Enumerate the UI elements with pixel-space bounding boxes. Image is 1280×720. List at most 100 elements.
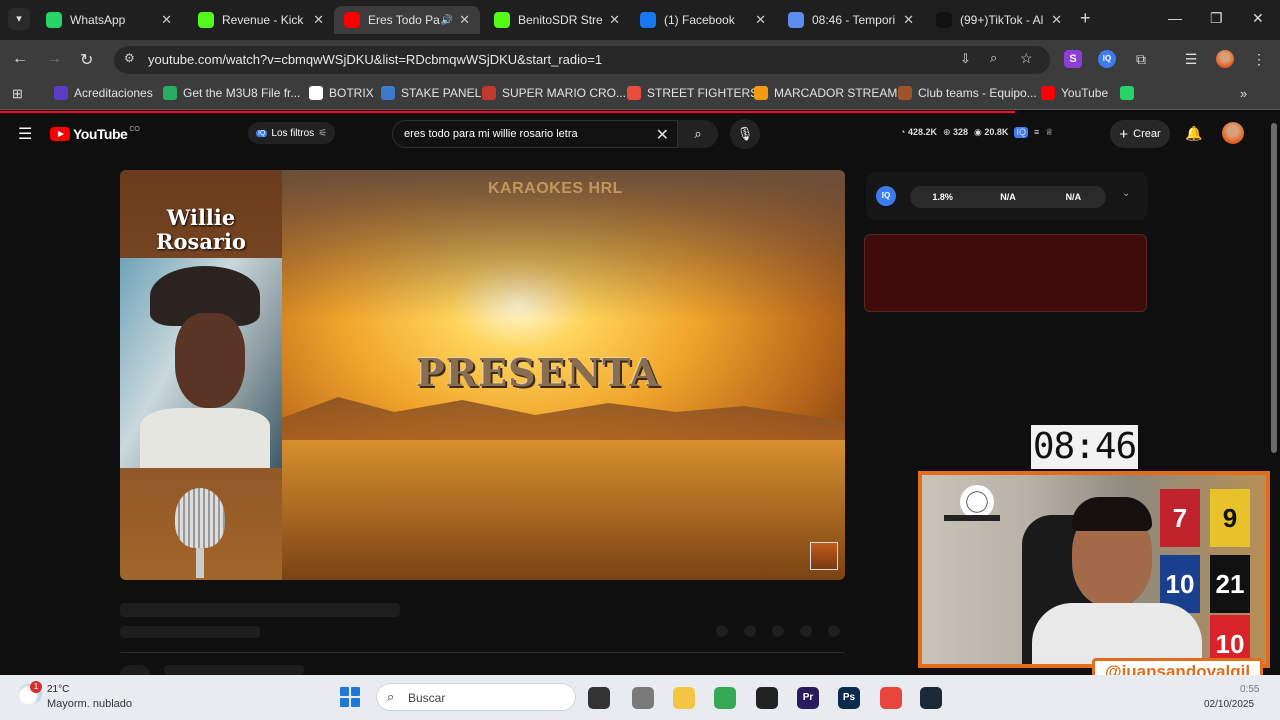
scrollbar-thumb[interactable]	[1271, 123, 1277, 453]
search-input[interactable]: eres todo para mi willie rosario letra ✕	[392, 120, 678, 148]
browser-tab[interactable]: BenitoSDR Strea ✕	[484, 6, 630, 34]
install-app-icon[interactable]: ⇩	[960, 51, 971, 67]
channel-name-skeleton	[164, 665, 304, 675]
chevron-down-icon[interactable]: ⌄	[1122, 188, 1130, 199]
close-tab-icon[interactable]: ✕	[313, 12, 324, 28]
audio-playing-icon[interactable]: 🔊	[441, 15, 453, 26]
browser-menu-icon[interactable]: ⋮	[1250, 50, 1268, 68]
close-tab-icon[interactable]: ✕	[459, 12, 470, 28]
close-tab-icon[interactable]: ✕	[161, 12, 172, 28]
reload-button[interactable]: ↻	[80, 50, 93, 70]
taskbar-app-obs[interactable]	[756, 687, 778, 709]
voice-search-button[interactable]: 🎙	[730, 119, 760, 149]
artist-name-line1: Willie	[166, 205, 236, 230]
bookmark-label: MARCADOR STREAM	[774, 86, 898, 100]
bookmark-item[interactable]: Acreditaciones	[54, 86, 153, 100]
iq-stat-icon[interactable]: IQ	[1014, 127, 1028, 138]
taskbar-app-task-view[interactable]	[588, 687, 610, 709]
microphone-stand-graphic	[196, 548, 204, 578]
more-bookmarks-icon[interactable]: »	[1240, 86, 1247, 101]
taskbar-app-file-explorer[interactable]	[673, 687, 695, 709]
bookmark-item[interactable]: STAKE PANEL	[381, 86, 481, 100]
video-player[interactable]: Willie Rosario KARAOKES HRL PRESENTA	[120, 170, 845, 580]
bookmark-item[interactable]: STREET FIGHTERS	[627, 86, 758, 100]
taskbar-app-clock-app[interactable]	[632, 687, 654, 709]
create-button[interactable]: + Crear	[1110, 120, 1170, 148]
notifications-bell-icon[interactable]: 🔔	[1185, 125, 1202, 142]
browser-tab[interactable]: (1) Facebook ✕	[630, 6, 776, 34]
address-bar[interactable]: ⚙ youtube.com/watch?v=cbmqwWSjDKU&list=R…	[114, 46, 1050, 74]
bookmark-item[interactable]: BOTRIX	[309, 86, 374, 100]
extension-s-icon[interactable]: S	[1064, 50, 1082, 68]
bookmark-item[interactable]: SUPER MARIO CRO...	[482, 86, 626, 100]
bookmark-star-icon[interactable]: ☆	[1020, 50, 1033, 67]
close-tab-icon[interactable]: ✕	[1051, 12, 1062, 28]
back-button[interactable]: ←	[12, 50, 28, 68]
tab-favicon-icon	[494, 12, 510, 28]
reading-list-icon[interactable]: ☰	[1182, 50, 1200, 68]
account-avatar[interactable]	[1222, 122, 1244, 144]
filters-button[interactable]: IQ Los filtros ⚟	[248, 122, 336, 144]
tray-date[interactable]: 02/10/2025	[1204, 699, 1254, 710]
close-tab-icon[interactable]: ✕	[755, 12, 766, 28]
skeleton-dot	[716, 625, 728, 637]
apps-grid-icon[interactable]: ⊞	[12, 86, 23, 102]
bookmark-favicon-icon	[1041, 86, 1055, 100]
trophy-icon[interactable]: ♕	[1045, 127, 1053, 138]
extension-pill[interactable]: N/A	[975, 186, 1040, 208]
profile-avatar-icon[interactable]	[1216, 50, 1234, 68]
tab-title: (99+)TikTok - Al	[960, 13, 1044, 27]
tray-time[interactable]: 0:55	[1240, 684, 1259, 695]
browser-tab[interactable]: Eres Todo Pa 🔊 ✕	[334, 6, 480, 34]
browser-tab[interactable]: Revenue - Kick D ✕	[188, 6, 334, 34]
clear-search-icon[interactable]: ✕	[656, 125, 669, 145]
browser-tab[interactable]: WhatsApp ✕	[36, 6, 182, 34]
channel-watermark[interactable]	[810, 542, 838, 570]
tab-search-button[interactable]: ▾	[8, 8, 30, 30]
extensions-puzzle-icon[interactable]: ⧉	[1132, 50, 1150, 68]
iq-extension-logo[interactable]: IQ	[876, 186, 896, 206]
taskbar-app-photoshop[interactable]: Ps	[838, 687, 860, 709]
bookmark-item[interactable]: YouTube	[1041, 86, 1108, 100]
search-button[interactable]: ⌕	[678, 120, 718, 148]
youtube-logo[interactable]: YouTube CO	[50, 126, 140, 142]
minimize-button[interactable]: —	[1168, 10, 1182, 26]
taskbar-app-premiere[interactable]: Pr	[797, 687, 819, 709]
tab-title: Eres Todo Pa	[368, 13, 440, 27]
close-window-button[interactable]: ✕	[1252, 10, 1264, 27]
bookmark-label: BOTRIX	[329, 86, 374, 100]
browser-tab[interactable]: (99+)TikTok - Al ✕	[926, 6, 1072, 34]
taskbar-app-chrome-2[interactable]	[880, 687, 902, 709]
forward-button[interactable]: →	[46, 50, 62, 68]
channel-banner-text: KARAOKES HRL	[488, 180, 623, 197]
zoom-icon[interactable]: ⌕	[990, 50, 997, 66]
windows-start-button[interactable]	[340, 687, 360, 707]
bookmark-item[interactable]: MARCADOR STREAM	[754, 86, 897, 100]
extension-pill[interactable]: N/A	[1041, 186, 1106, 208]
list-stat-icon[interactable]: ≡	[1034, 127, 1039, 138]
youtube-play-icon	[50, 127, 70, 141]
bookmark-item[interactable]	[1120, 86, 1140, 100]
bookmark-favicon-icon	[898, 86, 912, 100]
browser-tab-strip: ▾ WhatsApp ✕ Revenue - Kick D ✕ Eres Todo Pa…	[0, 0, 1280, 40]
extension-pill[interactable]: 1.8%	[910, 186, 975, 208]
bookmark-item[interactable]: Get the M3U8 File fr...	[163, 86, 300, 100]
overlay-clock: 08:46	[1031, 425, 1138, 469]
hamburger-menu-icon[interactable]: ☰	[18, 124, 32, 144]
site-info-icon[interactable]: ⚙	[124, 51, 135, 65]
taskbar-app-chrome[interactable]	[714, 687, 736, 709]
close-tab-icon[interactable]: ✕	[609, 12, 620, 28]
skeleton-dot	[772, 625, 784, 637]
extension-pills: 1.8% N/A N/A	[910, 186, 1106, 208]
new-tab-button[interactable]: +	[1080, 8, 1091, 29]
close-tab-icon[interactable]: ✕	[903, 12, 914, 28]
bookmark-item[interactable]: Club teams - Equipo...	[898, 86, 1037, 100]
taskbar-app-steam[interactable]	[920, 687, 942, 709]
stat-likes: ⊕ 328	[942, 127, 969, 137]
taskbar-search-input[interactable]: ⌕ Buscar	[376, 683, 576, 711]
browser-tab[interactable]: 08:46 - Tempori ✕	[778, 6, 924, 34]
microphone-graphic	[175, 488, 225, 548]
maximize-button[interactable]: ❐	[1210, 10, 1223, 27]
extension-iq-icon[interactable]: IQ	[1098, 50, 1116, 68]
bookmark-label: STAKE PANEL	[401, 86, 482, 100]
